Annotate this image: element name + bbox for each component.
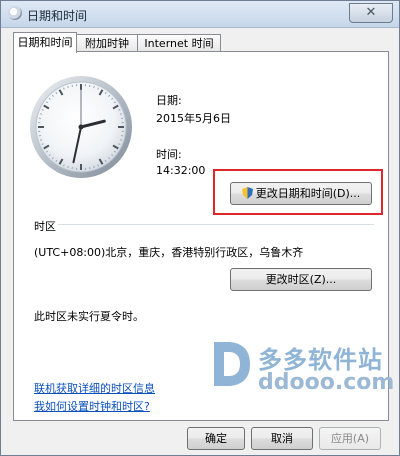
minute-tick — [39, 139, 43, 141]
dst-note: 此时区未实行夏令时。 — [34, 310, 144, 323]
change-timezone-button[interactable]: 更改时区(Z)... — [230, 268, 372, 291]
tab-date-time[interactable]: 日期和时间 — [13, 32, 77, 53]
date-label: 日期: — [156, 94, 182, 107]
date-time-panel: 日期: 2015年5月6日 时间: 14:32:00 更改日期和时间(D)...… — [13, 51, 394, 421]
timezone-divider — [58, 224, 374, 225]
timezone-value: (UTC+08:00)北京，重庆，香港特别行政区，乌鲁木齐 — [34, 246, 304, 259]
window-title: 日期和时间 — [27, 9, 88, 23]
time-value: 14:32:00 — [156, 164, 206, 177]
close-button[interactable]: ✕ — [349, 3, 393, 23]
ok-button[interactable]: 确定 — [187, 427, 245, 450]
tab-additional-clocks[interactable]: 附加时钟 — [75, 34, 139, 52]
how-to-set-clock-link[interactable]: 我如何设置时钟和时区? — [34, 398, 150, 414]
online-timezone-info-link[interactable]: 联机获取详细的时区信息 — [34, 380, 155, 396]
date-time-dialog: 日期和时间 ✕ 日期和时间 附加时钟 Internet 时间 日期: 2015年… — [0, 0, 400, 456]
title-bar[interactable]: 日期和时间 ✕ — [1, 1, 399, 28]
apply-button: 应用(A) — [319, 427, 381, 450]
minute-tick — [67, 165, 69, 169]
time-label: 时间: — [156, 148, 182, 161]
minute-tick — [67, 85, 69, 89]
cancel-button[interactable]: 取消 — [251, 427, 313, 450]
date-value: 2015年5月6日 — [156, 112, 231, 125]
highlight-box — [213, 169, 383, 215]
minute-tick — [93, 165, 95, 169]
watermark-d-icon — [214, 342, 250, 386]
minute-tick — [119, 113, 123, 115]
watermark-logo — [210, 338, 254, 393]
minute-tick — [93, 85, 95, 89]
analog-clock — [30, 76, 132, 178]
minute-tick — [39, 113, 43, 115]
clock-app-icon — [8, 6, 22, 20]
watermark-url: ddooo.com — [258, 370, 395, 395]
minute-tick — [119, 139, 123, 141]
timezone-section-label: 时区 — [34, 220, 56, 233]
tab-internet-time[interactable]: Internet 时间 — [137, 34, 221, 52]
clock-center — [78, 124, 84, 130]
